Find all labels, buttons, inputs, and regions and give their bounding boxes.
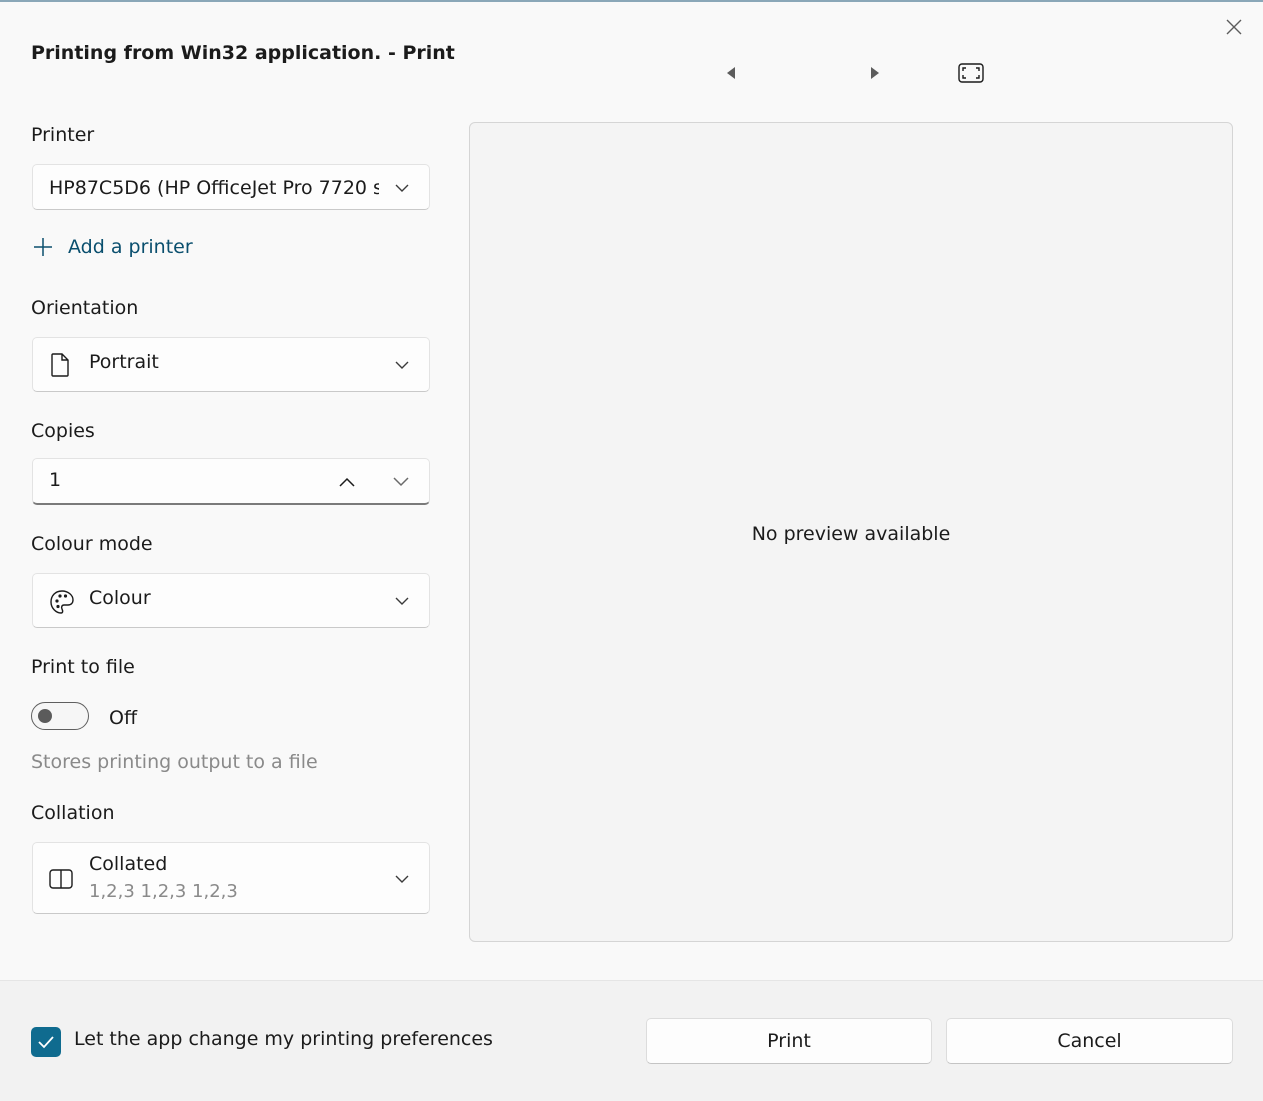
collation-label: Collation (31, 802, 115, 824)
print-dialog: Printing from Win32 application. - Print… (0, 0, 1263, 1101)
print-button[interactable]: Print (646, 1018, 932, 1064)
copies-label: Copies (31, 420, 95, 442)
orientation-selected-value: Portrait (89, 351, 159, 373)
orientation-label: Orientation (31, 297, 139, 319)
printer-select[interactable]: HP87C5D6 (HP OfficeJet Pro 7720 s (32, 164, 430, 210)
chevron-down-icon (395, 184, 409, 192)
colour-mode-select[interactable]: Colour (32, 573, 430, 628)
chevron-down-icon (395, 875, 409, 883)
chevron-up-icon (339, 477, 355, 487)
next-page-button[interactable] (862, 60, 888, 86)
copies-increment-button[interactable] (334, 471, 360, 493)
checkmark-icon (38, 1036, 54, 1049)
triangle-left-icon (727, 67, 735, 79)
copies-decrement-button[interactable] (388, 471, 414, 493)
preferences-checkbox-label: Let the app change my printing preferenc… (74, 1028, 493, 1050)
add-printer-link[interactable]: Add a printer (32, 232, 193, 262)
print-to-file-description: Stores printing output to a file (31, 751, 318, 773)
print-preview-pane: No preview available (469, 122, 1233, 942)
print-to-file-toggle[interactable] (31, 702, 89, 730)
plus-icon (34, 238, 52, 256)
no-preview-message: No preview available (751, 523, 951, 545)
chevron-down-icon (395, 361, 409, 369)
print-to-file-label: Print to file (31, 656, 135, 678)
add-printer-label: Add a printer (68, 236, 193, 258)
collation-selected-value: Collated (89, 853, 168, 875)
palette-icon (50, 590, 74, 614)
chevron-down-icon (393, 477, 409, 487)
chevron-down-icon (395, 597, 409, 605)
previous-page-button[interactable] (718, 60, 744, 86)
collation-sub-value: 1,2,3 1,2,3 1,2,3 (89, 881, 238, 902)
collation-select[interactable]: Collated 1,2,3 1,2,3 1,2,3 (32, 842, 430, 914)
orientation-select[interactable]: Portrait (32, 337, 430, 392)
page-icon (51, 353, 69, 377)
close-button[interactable] (1218, 12, 1250, 42)
colour-mode-label: Colour mode (31, 533, 153, 555)
cancel-button[interactable]: Cancel (946, 1018, 1233, 1064)
colour-mode-selected-value: Colour (89, 587, 151, 609)
triangle-right-icon (871, 67, 879, 79)
copies-number-box[interactable] (32, 458, 430, 505)
dialog-title: Printing from Win32 application. - Print (31, 42, 455, 64)
fit-to-window-button[interactable] (956, 60, 986, 86)
preferences-checkbox[interactable] (31, 1027, 61, 1057)
printer-selected-value: HP87C5D6 (HP OfficeJet Pro 7720 s (49, 177, 379, 199)
book-open-icon (49, 869, 73, 889)
print-to-file-state: Off (109, 707, 138, 729)
copies-input[interactable] (47, 468, 311, 492)
toggle-knob (38, 709, 52, 723)
fit-page-icon (958, 63, 984, 83)
close-icon (1226, 19, 1242, 35)
printer-label: Printer (31, 124, 95, 146)
